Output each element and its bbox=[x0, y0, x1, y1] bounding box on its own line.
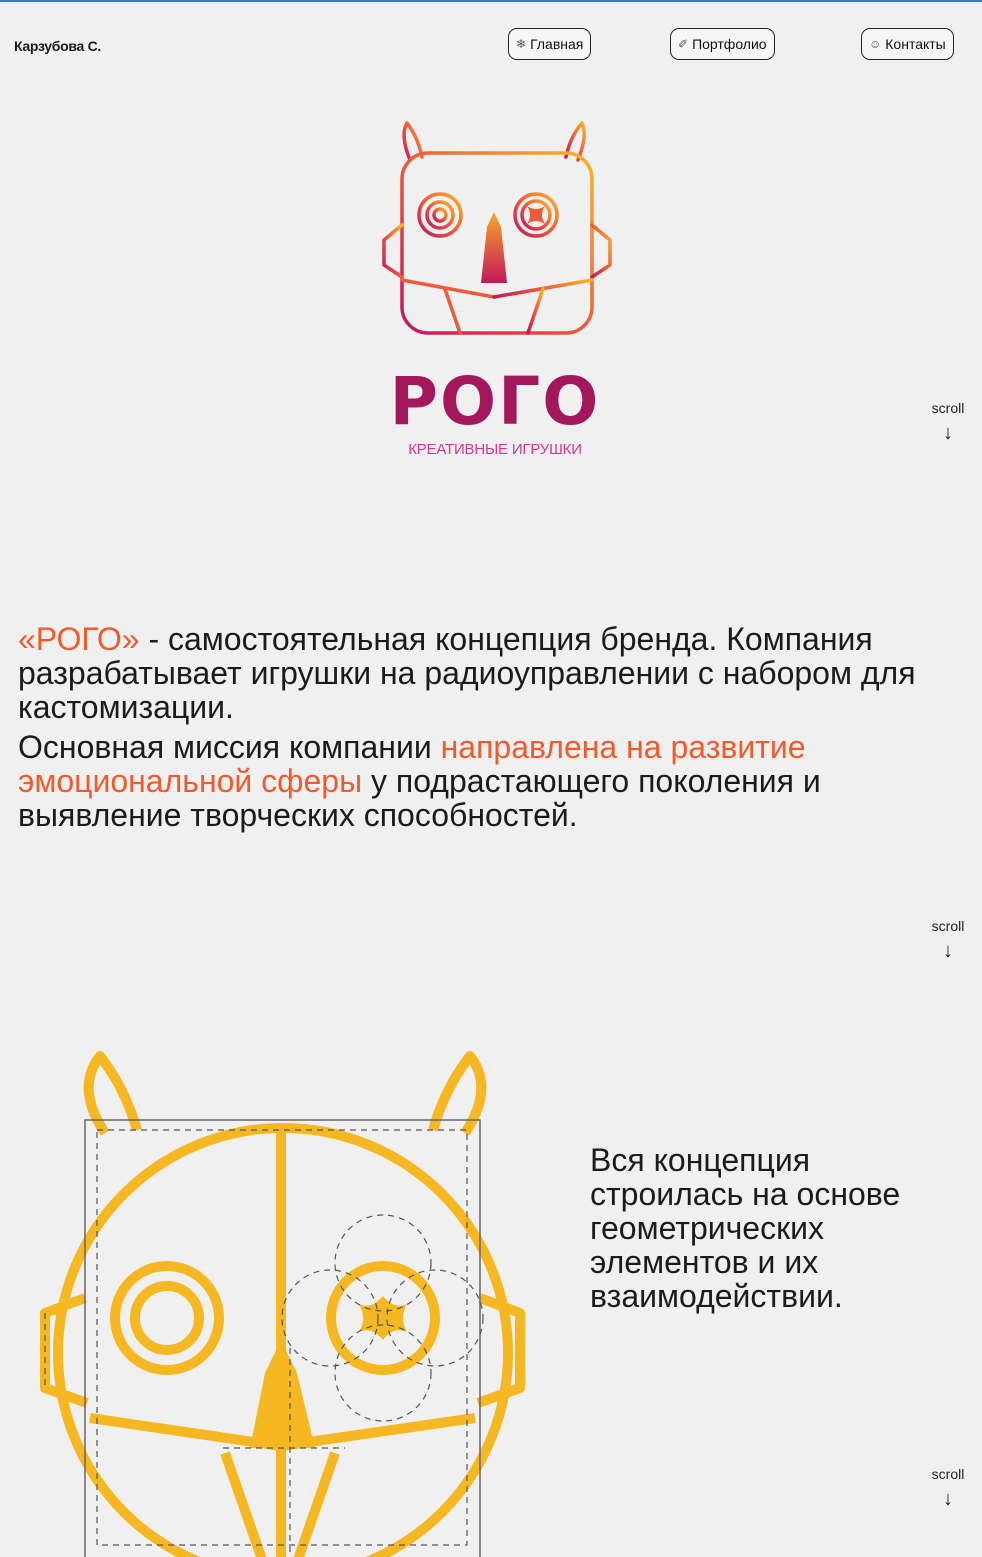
intro-paragraph-2: Основная миссия компании направлена на р… bbox=[18, 730, 968, 832]
nav-label-home: Главная bbox=[530, 36, 584, 52]
scroll-label: scroll bbox=[931, 1466, 965, 1482]
logo-wordmark: РОГО bbox=[389, 363, 601, 440]
nav-label-contacts: Контакты bbox=[885, 36, 946, 52]
logo-tagline: КРЕАТИВНЫЕ ИГРУШКИ bbox=[408, 441, 582, 458]
brand-description: «РОГО» - самостоятельная концепция бренд… bbox=[18, 622, 968, 838]
intro-text-2-start: Основная миссия компании bbox=[18, 729, 441, 765]
nav-label-portfolio: Портфолио bbox=[692, 36, 767, 52]
arrow-down-icon: ↓ bbox=[943, 940, 953, 962]
brand-name-highlight: «РОГО» bbox=[18, 621, 140, 657]
concept-description: Вся концепция строилась на основе геомет… bbox=[590, 1142, 901, 1314]
scroll-label: scroll bbox=[931, 400, 965, 416]
intro-text-1: - самостоятельная концепция бренда. Комп… bbox=[18, 621, 916, 725]
smile-icon: ☺ bbox=[869, 37, 882, 51]
scroll-indicator-3[interactable]: scroll ↓ bbox=[928, 1466, 968, 1511]
snowflake-icon: ❄ bbox=[516, 37, 527, 51]
owl-robot-logo-icon bbox=[382, 121, 612, 335]
author-name[interactable]: Карзубова С. bbox=[14, 38, 101, 54]
nav-button-portfolio[interactable]: ✐ Портфолио bbox=[670, 28, 775, 60]
scroll-label: scroll bbox=[931, 918, 965, 934]
nav-button-contacts[interactable]: ☺ Контакты bbox=[861, 28, 954, 60]
top-border bbox=[0, 0, 982, 2]
intro-paragraph-1: «РОГО» - самостоятельная концепция бренд… bbox=[18, 622, 968, 724]
brand-logo: РОГО КРЕАТИВНЫЕ ИГРУШКИ bbox=[360, 115, 630, 475]
arrow-down-icon: ↓ bbox=[943, 422, 953, 444]
scroll-indicator-2[interactable]: scroll ↓ bbox=[928, 918, 968, 963]
geometric-construction-sketch bbox=[25, 1048, 540, 1557]
scroll-indicator-1[interactable]: scroll ↓ bbox=[928, 400, 968, 445]
brush-icon: ✐ bbox=[678, 37, 689, 51]
arrow-down-icon: ↓ bbox=[943, 1488, 953, 1510]
nav-button-home[interactable]: ❄ Главная bbox=[508, 28, 592, 60]
